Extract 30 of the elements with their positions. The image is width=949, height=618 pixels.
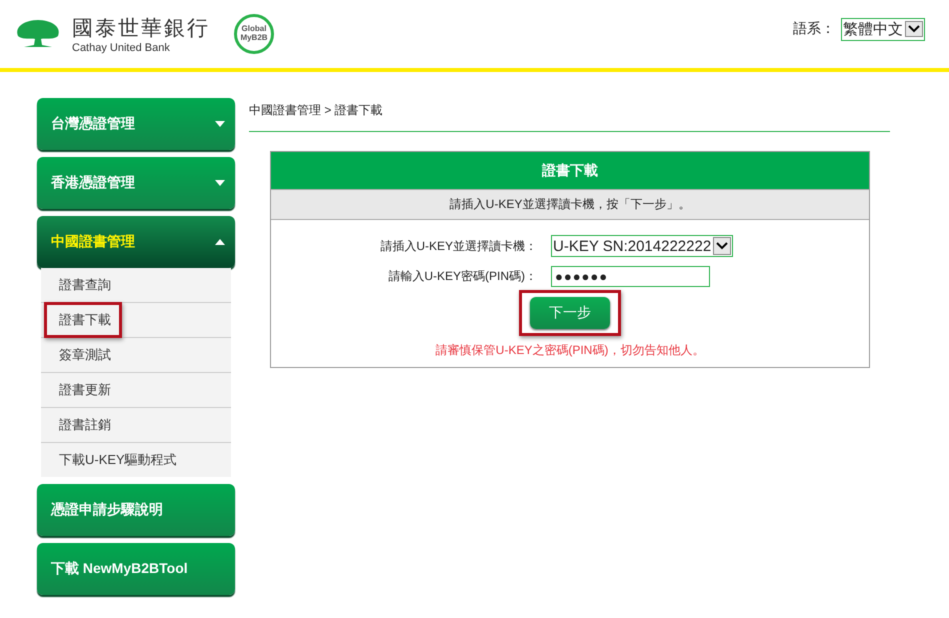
- language-select[interactable]: 繁體中文: [841, 18, 925, 40]
- sidebar-menu-button[interactable]: 香港憑證管理: [37, 157, 235, 209]
- bank-name: 國泰世華銀行: [72, 16, 210, 42]
- caret-icon: [215, 180, 225, 186]
- field-label: 請輸入U-KEY密碼(PIN碼)：: [387, 268, 538, 285]
- sidebar-menu-button[interactable]: 台灣憑證管理: [37, 98, 235, 150]
- submenu-item[interactable]: 簽章測試: [44, 337, 122, 373]
- dropdown-icon: [713, 237, 732, 255]
- card-reader-select[interactable]: U-KEY SN:2014222222: [551, 235, 734, 257]
- instruction-text: 請插入U-KEY並選擇讀卡機，按「下一步」。: [271, 189, 869, 220]
- warning-text: 請審慎保管U-KEY之密碼(PIN碼)，切勿告知他人。: [436, 342, 704, 359]
- submenu-item[interactable]: 下載U-KEY驅動程式: [44, 442, 188, 478]
- submenu-item[interactable]: 證書更新: [44, 372, 122, 408]
- language-label: 語系：: [793, 20, 835, 38]
- caret-icon: [215, 239, 225, 245]
- breadcrumb: 中國證書管理 > 證書下載: [249, 98, 890, 132]
- global-mybtob-badge: Global MyB2B: [234, 14, 274, 54]
- panel-title: 證書下載: [271, 152, 869, 189]
- caret-icon: [215, 121, 225, 127]
- sidebar-menu-button[interactable]: 下載 NewMyB2BTool: [37, 543, 235, 595]
- submenu-item[interactable]: 證書下載: [44, 302, 122, 338]
- next-step-button[interactable]: 下一步: [530, 297, 610, 329]
- bank-name-english: Cathay United Bank: [72, 42, 171, 54]
- pin-input-field[interactable]: ●●●●●●: [551, 266, 710, 287]
- field-label: 請插入U-KEY並選擇讀卡機：: [379, 238, 538, 254]
- submenu-item[interactable]: 證書註銷: [44, 407, 122, 443]
- sidebar-menu-button[interactable]: 憑證申請步驟說明: [37, 484, 235, 536]
- sidebar-menu-button[interactable]: 中國證書管理: [37, 216, 235, 268]
- dropdown-icon: [905, 21, 923, 37]
- submenu-item[interactable]: 證書查詢: [44, 267, 122, 303]
